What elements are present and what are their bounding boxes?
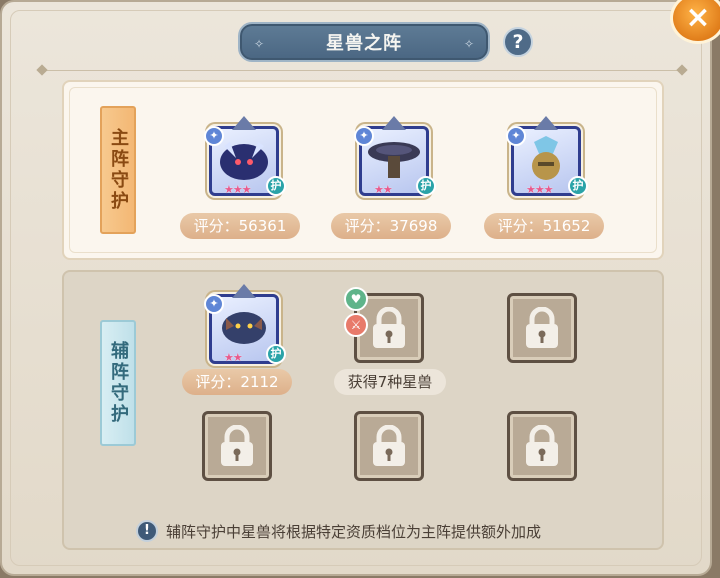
main-pet-slot-3[interactable]: ✦ ★★★ 护 xyxy=(506,116,588,200)
main-formation-tag: 主阵守护 xyxy=(100,106,136,234)
title-ornament-left: ✧ xyxy=(254,37,265,51)
sub-pet-score-1: 评分：2112 xyxy=(182,369,292,395)
locked-slot[interactable] xyxy=(507,293,577,363)
notice-bar: ! 辅阵守护中星兽将根据特定资质档位为主阵提供额外加成 xyxy=(136,519,541,543)
notice-text: 辅阵守护中星兽将根据特定资质档位为主阵提供额外加成 xyxy=(166,522,542,541)
beast-portrait-icon xyxy=(222,312,266,344)
lock-icon xyxy=(221,425,253,466)
beast-portrait-icon xyxy=(532,136,560,180)
rarity-stars: ★★★ xyxy=(224,183,252,196)
guard-badge: 护 xyxy=(266,344,286,364)
help-icon[interactable]: ? xyxy=(503,27,533,57)
lock-icon xyxy=(526,307,558,348)
locked-slot[interactable] xyxy=(507,411,577,481)
heart-icon: ♥ xyxy=(344,287,368,311)
rarity-stars: ★★★ xyxy=(526,183,554,196)
info-icon: ! xyxy=(136,520,158,542)
guard-badge: 护 xyxy=(416,176,436,196)
title-divider xyxy=(42,70,682,71)
crown-icon xyxy=(232,116,256,130)
crown-icon xyxy=(382,116,406,130)
unlock-condition-label: 获得7种星兽 xyxy=(334,369,446,395)
main-pet-score-1: 评分：56361 xyxy=(180,213,300,239)
rarity-stars: ★★ xyxy=(374,183,393,196)
main-pet-score-3: 评分：51652 xyxy=(484,213,604,239)
title-ornament-right: ✧ xyxy=(463,37,474,51)
locked-slot[interactable] xyxy=(202,411,272,481)
main-pet-slot-2[interactable]: ✦ ★★ 护 xyxy=(354,116,436,200)
sub-pet-slot-1[interactable]: ✦ ★★ 护 xyxy=(204,284,286,368)
star-badge-icon: ✦ xyxy=(354,126,374,146)
lock-icon xyxy=(373,425,405,466)
rarity-stars: ★★ xyxy=(224,351,243,364)
crown-icon xyxy=(232,284,256,298)
crown-icon xyxy=(534,116,558,130)
beast-portrait-icon xyxy=(220,142,268,180)
sword-icon: ⚔ xyxy=(344,313,368,337)
title-plate: ✧ 星兽之阵 ✧ xyxy=(238,22,490,62)
divider-ornament xyxy=(676,64,688,76)
main-pet-slot-1[interactable]: ✦ ★★★ 护 xyxy=(204,116,286,200)
main-pet-score-2: 评分：37698 xyxy=(331,213,451,239)
sub-formation-tag: 辅阵守护 xyxy=(100,320,136,446)
lock-icon xyxy=(526,425,558,466)
star-beast-formation-panel: ✧ 星兽之阵 ✧ ? 主阵守护 ✦ ★★★ 护 评分：56361 ✦ ★★ 护 … xyxy=(0,0,712,576)
star-badge-icon: ✦ xyxy=(204,294,224,314)
star-badge-icon: ✦ xyxy=(204,126,224,146)
lock-icon xyxy=(373,307,405,348)
guard-badge: 护 xyxy=(568,176,588,196)
page-title: 星兽之阵 xyxy=(326,33,402,54)
locked-slot[interactable] xyxy=(354,411,424,481)
beast-portrait-icon xyxy=(368,142,420,178)
star-badge-icon: ✦ xyxy=(506,126,526,146)
guard-badge: 护 xyxy=(266,176,286,196)
divider-ornament xyxy=(36,64,48,76)
